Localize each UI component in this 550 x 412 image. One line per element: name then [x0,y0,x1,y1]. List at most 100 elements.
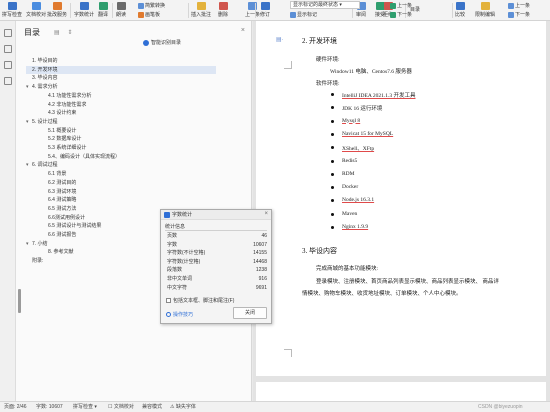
spell-check-icon [7,2,17,10]
read-aloud-button[interactable]: 朗读 [116,2,126,20]
toc-item[interactable]: 6.3 测试环境 [42,188,76,196]
toc-item-label: 4.3 设计约束 [48,110,77,117]
tips-link[interactable]: 操作技巧 [166,311,193,318]
toc-item[interactable]: 6.5 测试设计与测试结果 [42,222,101,230]
track-changes-button[interactable]: 修订 [260,2,270,20]
stat-label: 非中文单词 [167,276,193,282]
toc-item[interactable]: 5.1 概要设计 [42,127,76,135]
toc-item[interactable]: ▾ 5. 设计过程 [26,118,58,126]
toc-item[interactable]: ▾ 7. 小结 [26,240,48,248]
close-button[interactable]: 关闭 [233,307,267,319]
compare-button[interactable]: 比较 [455,2,465,20]
toc-item-label: 6.2 测试目的 [48,179,77,186]
page-indicator[interactable]: 页面: 2/46 [4,402,27,412]
show-markup-button[interactable]: 显示标记 [290,11,317,19]
toc-header-icons[interactable]: ▤ ⇕ [54,29,75,36]
proofread-status[interactable]: ☐ 文档校对 [108,402,134,412]
delete-comment-button[interactable]: 删除 [218,2,228,20]
word-count-indicator[interactable]: 字数: 10607 [36,402,63,412]
compare-icon [455,2,465,10]
page-corner-mark [284,349,292,357]
word-count-button[interactable]: 字数统计 [74,2,94,20]
software-list-item: JDK 16 运行环境 [330,106,383,113]
spell-check-status[interactable]: 拼写检查 ▾ [73,402,97,412]
close-icon[interactable]: × [241,27,245,34]
toc-item[interactable]: 附录: [26,257,43,265]
chapter-nav-icon[interactable] [4,45,12,53]
toc-item-label: 附录: [32,258,44,265]
toc-scroll-marker[interactable] [18,289,21,313]
pen-board-button[interactable]: 画笔板 [138,11,160,19]
prev-arrow-icon [508,2,514,9]
toc-item-label: 5.1 概要设计 [48,127,77,134]
toc-item[interactable]: 6.2 测试目的 [42,179,76,187]
next-document-page[interactable] [256,382,546,401]
restrict-edit-button[interactable]: 限制编辑 [475,2,495,20]
insert-comment-button[interactable]: 插入批注 [191,2,211,20]
correction-service-button[interactable]: 批改服务 [47,2,67,20]
toc-item[interactable]: 5.4、编码设计（具体实现流程） [42,153,120,161]
toc-item[interactable]: 5.3 系统详细设计 [42,144,86,152]
stats-section-label: 统计信息 [165,224,186,230]
prev-change-button[interactable]: 上一条 [390,2,412,10]
proofread-button[interactable]: 文档校对 [26,2,46,20]
bookmark-nav-icon[interactable] [4,61,12,69]
simp-trad-icon [138,2,144,9]
toc-item-label: 6.6测试用例设计 [48,214,85,221]
checkbox-box[interactable] [166,298,171,304]
toc-item[interactable]: 6.4 测试策略 [42,196,76,204]
missing-font-status[interactable]: ⚠ 缺失字体 [170,402,196,412]
spell-check-button[interactable]: 拼写检查 [2,2,22,20]
toc-item[interactable]: 4.1 功能性需求分析 [42,92,91,100]
toc-item-label: 6.1 背景 [48,171,67,178]
toc-title: 目录 [24,28,40,37]
stat-row: 字数 10607 [167,242,267,249]
stat-value: 10607 [253,241,267,248]
section-body-line: 情模块、购物车模块、收货地址模块、订单模块、个人中心模块。 [302,291,462,297]
software-list-item: Docker [330,184,359,191]
toc-item-label: 6.3 测试环境 [48,188,77,195]
include-textbox-checkbox[interactable]: 包括文本框、脚注和尾注(F) [166,297,234,304]
toc-item[interactable]: 1. 毕设目的 [26,57,58,65]
software-list-item: Navicat 15 for MySQL [330,130,394,137]
next-button[interactable]: 下一条 [508,11,530,19]
toc-item[interactable]: 8. 参考文献 [42,248,74,256]
toc-item[interactable]: 5.2 数据库设计 [42,135,81,143]
toc-item[interactable]: 2. 开发环境 [26,65,216,74]
section-heading: 2. 开发环境 [302,37,337,45]
paragraph-handle-icon[interactable]: ▤· [276,36,284,43]
next-change-button[interactable]: 下一条 [390,11,412,19]
software-list-item: Redis5 [330,157,358,164]
toc-item[interactable]: 4.2 非功能性需求 [42,101,86,109]
prev-button[interactable]: 上一条 [508,2,530,10]
toc-item[interactable]: 6.1 背景 [42,170,66,178]
toc-toggle-button[interactable]: 目录 [410,6,420,14]
toc-item[interactable]: 3. 毕设内容 [26,74,58,82]
toc-item[interactable]: 6.5 测试方法 [42,205,76,213]
next-change-icon [390,11,396,18]
close-icon[interactable]: × [264,211,268,217]
search-nav-icon[interactable] [4,77,12,85]
stat-value: 9691 [255,284,267,291]
toc-item[interactable]: 6.6 测试报告 [42,231,76,239]
toc-item[interactable]: 4.3 设计约束 [42,109,76,117]
page-corner-mark [284,61,292,69]
smart-toc-button[interactable]: 智能识别目录 [142,39,181,46]
stat-value: 46 [261,233,267,239]
word-count-icon [79,2,89,10]
translate-button[interactable]: 翻译 [98,2,108,20]
simp-trad-button[interactable]: 简繁转换 [138,2,165,10]
dialog-title-bar[interactable]: 字数统计 [161,210,271,220]
markup-state-select[interactable]: 显示标记的最终状态 ▾ [290,1,360,9]
toc-item[interactable]: ▾ 6. 调试过程 [26,161,58,169]
document-page[interactable]: ▤· 2. 开发环境 硬件环境: Window11 电脑、Centos7.6 服… [256,21,546,376]
section-heading: 3. 毕设内容 [302,247,337,255]
toc-item[interactable]: 6.6测试用例设计 [42,214,85,222]
stat-row: 字符数(不计空格) 14155 [167,250,267,257]
word-count-dialog: 字数统计 × 统计信息 页数 46 字数 10607 字符数(不计空格) 14155 字符数… [160,209,272,324]
prev-comment-button[interactable]: 上一条 [245,2,260,20]
stat-value: 916 [258,276,267,282]
nav-pane-strip [0,21,16,401]
toc-nav-icon[interactable] [4,29,12,37]
toc-item[interactable]: ▾ 4. 需求分析 [26,83,58,91]
